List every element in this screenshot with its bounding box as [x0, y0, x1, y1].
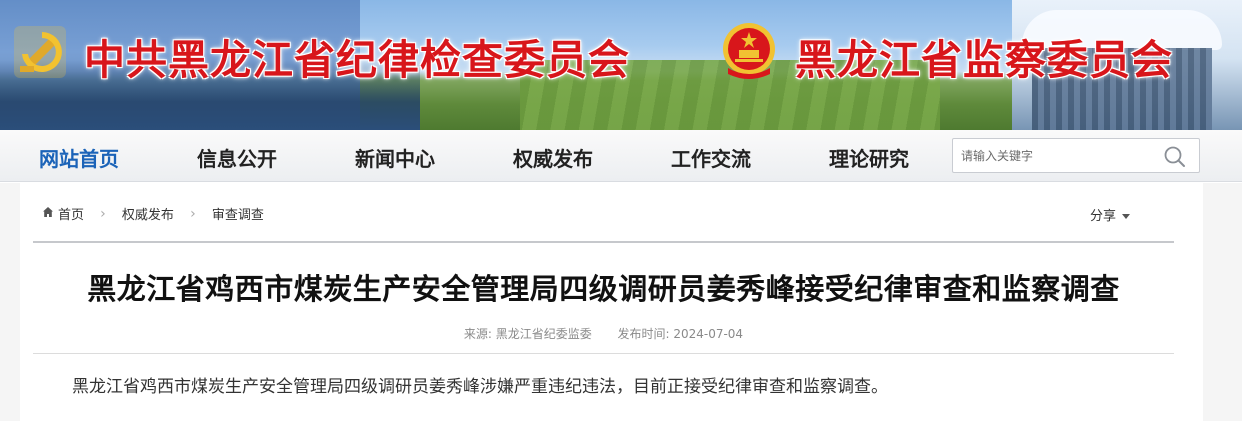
breadcrumb-item-label: 首页	[58, 208, 85, 223]
article-body: 黑龙江省鸡西市煤炭生产安全管理局四级调研员姜秀峰涉嫌严重违纪违法，目前正接受纪律…	[72, 377, 888, 397]
banner-title-left: 中共黑龙江省纪律检查委员会	[84, 36, 630, 84]
divider	[33, 353, 1174, 354]
national-emblem-icon	[723, 23, 775, 79]
article-meta: 来源: 黑龙江省纪委监委 发布时间: 2024-07-04	[33, 325, 1174, 342]
search-icon[interactable]	[1161, 143, 1189, 169]
site-banner: 中共黑龙江省纪律检查委员会 黑龙江省监察委员会	[0, 0, 1242, 130]
breadcrumb-home-link[interactable]: 首页	[42, 204, 84, 223]
search-box	[952, 138, 1200, 173]
search-input[interactable]	[961, 145, 1151, 167]
date-label: 发布时间:	[617, 327, 670, 341]
share-button[interactable]: 分享	[1090, 205, 1131, 224]
nav-item-work-exchange[interactable]: 工作交流	[671, 143, 751, 172]
party-emblem-icon	[14, 26, 66, 78]
nav-item-info-disclosure[interactable]: 信息公开	[197, 143, 277, 172]
nav-item-theory-research[interactable]: 理论研究	[829, 143, 909, 172]
home-icon	[43, 207, 53, 217]
nav-item-home[interactable]: 网站首页	[39, 143, 119, 172]
article-title: 黑龙江省鸡西市煤炭生产安全管理局四级调研员姜秀峰接受纪律审查和监察调查	[87, 272, 1120, 306]
nav-item-authoritative-release[interactable]: 权威发布	[513, 143, 593, 172]
breadcrumb: 首页 › 权威发布 › 审查调查	[42, 204, 264, 223]
breadcrumb-item-authoritative-release[interactable]: 权威发布	[122, 204, 174, 223]
source-label: 来源:	[463, 327, 492, 341]
breadcrumb-separator-icon: ›	[190, 205, 196, 222]
publish-date: 2024-07-04	[673, 327, 744, 341]
breadcrumb-separator-icon: ›	[100, 205, 106, 222]
source-value: 黑龙江省纪委监委	[495, 327, 592, 341]
banner-title-right: 黑龙江省监察委员会	[795, 36, 1173, 84]
breadcrumb-item-review-investigation[interactable]: 审查调查	[212, 204, 264, 223]
share-label: 分享	[1090, 209, 1117, 224]
divider	[33, 241, 1174, 243]
nav-item-news-center[interactable]: 新闻中心	[355, 143, 435, 172]
chevron-down-icon	[1122, 214, 1131, 219]
